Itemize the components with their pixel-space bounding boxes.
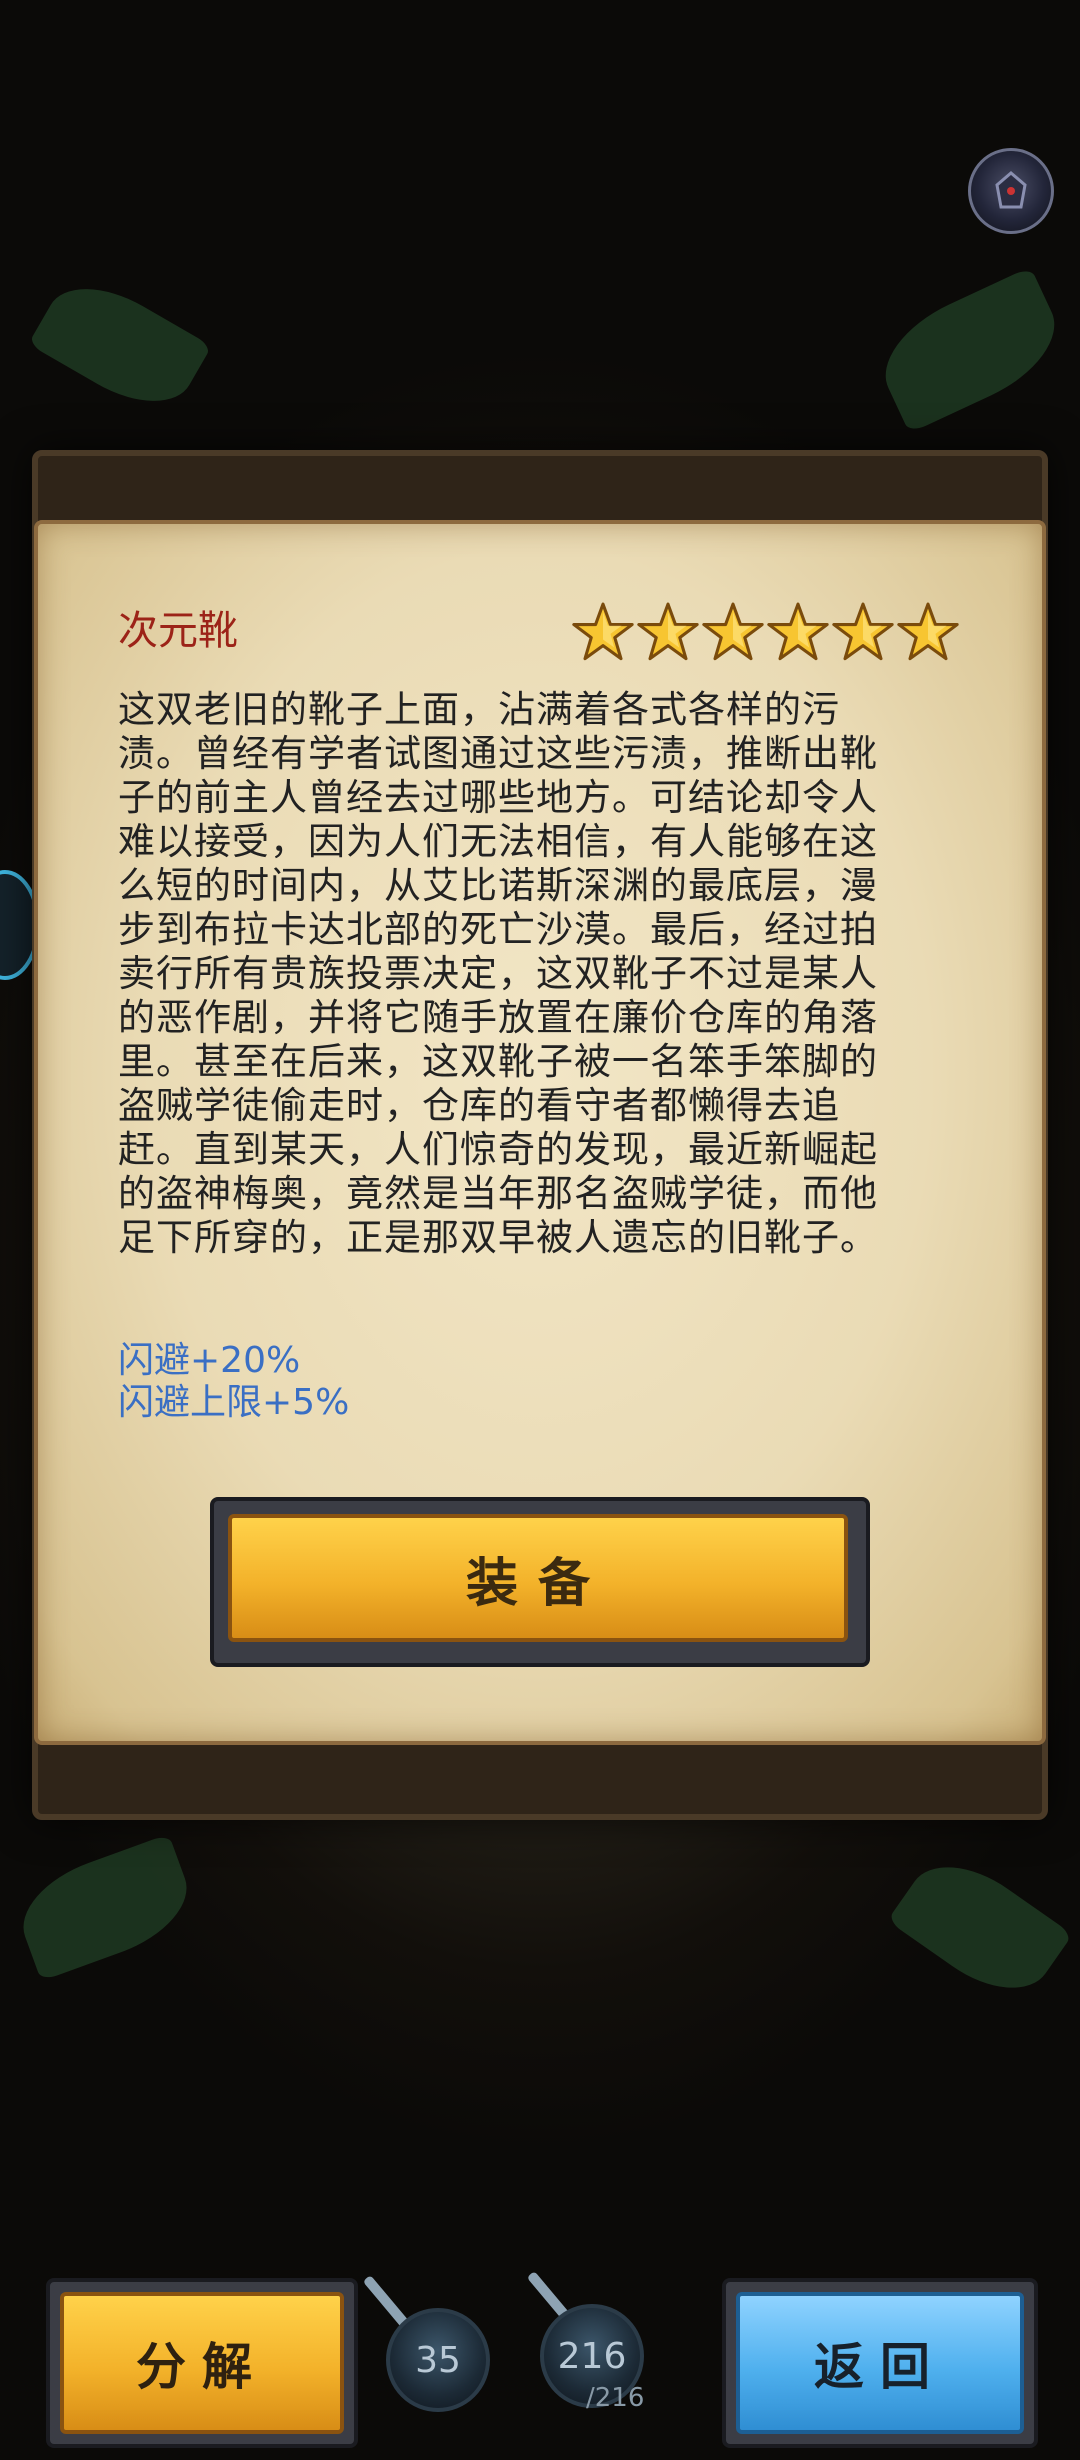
star-icon [702, 602, 764, 661]
item-description: 这双老旧的靴子上面，沾满着各式各样的污渍。曾经有学者试图通过这些污渍，推断出靴子… [118, 688, 878, 1259]
counter-orb-left: 35 [386, 2308, 490, 2412]
star-rating [572, 600, 959, 668]
decompose-button[interactable]: 分解 [60, 2292, 344, 2434]
equip-button[interactable]: 装备 [228, 1514, 848, 1642]
item-name: 次元靴 [118, 608, 238, 654]
counter-right-max: /216 [586, 2383, 645, 2413]
stat-dodge: 闪避+20% [118, 1340, 301, 1381]
counter-left-value: 35 [415, 2339, 461, 2381]
corner-menu-button[interactable] [968, 148, 1054, 234]
counter-right-value: 216 [557, 2335, 627, 2377]
item-stats: 闪避+20% 闪避上限+5% [118, 1340, 349, 1424]
star-icon [572, 602, 634, 661]
star-icon [897, 602, 959, 661]
stat-dodge-cap: 闪避上限+5% [118, 1382, 350, 1423]
star-icon [637, 602, 699, 661]
star-icon [767, 602, 829, 661]
return-button[interactable]: 返回 [736, 2292, 1024, 2434]
star-icon [832, 602, 894, 661]
helmet-icon [995, 171, 1027, 209]
